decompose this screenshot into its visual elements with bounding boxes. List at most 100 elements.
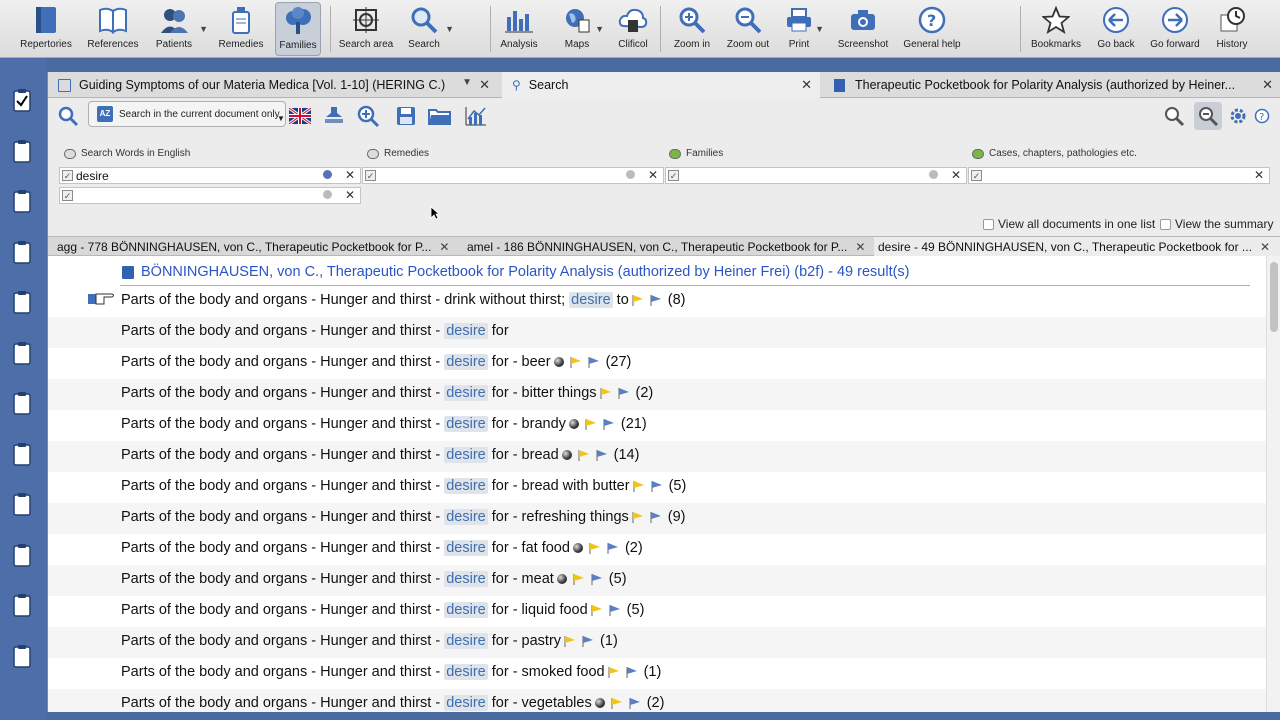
toggle-icon[interactable] (64, 148, 76, 159)
clear-icon[interactable]: ✕ (951, 168, 961, 182)
yellow-flag-icon[interactable] (563, 635, 577, 647)
clear-icon[interactable]: ✕ (1254, 168, 1264, 182)
save-icon[interactable] (392, 102, 420, 130)
general-help-button[interactable]: ? General help (902, 2, 962, 56)
yellow-flag-icon[interactable] (572, 573, 586, 585)
clipboard-icon[interactable] (12, 88, 32, 112)
yellow-flag-icon[interactable] (599, 387, 613, 399)
vertical-scrollbar[interactable] (1266, 256, 1280, 712)
view-summary-option[interactable]: View the summary (1160, 217, 1273, 231)
clipboard-icon[interactable] (12, 240, 32, 264)
toggle-icon[interactable] (669, 148, 681, 159)
search-word-field-2[interactable]: ✓ ✕ (59, 187, 361, 204)
zoom-out-button[interactable]: Zoom out (726, 2, 770, 56)
checkbox[interactable]: ✓ (62, 190, 73, 201)
clipboard-icon[interactable] (12, 290, 32, 314)
clipboard-icon[interactable] (12, 442, 32, 466)
remedies-button[interactable]: Remedies (216, 2, 266, 56)
clificol-button[interactable]: Clificol (616, 2, 650, 56)
families-button[interactable]: Families (275, 2, 321, 56)
clipboard-icon[interactable] (12, 391, 32, 415)
checkbox[interactable]: ✓ (668, 170, 679, 181)
tab-amel[interactable]: amel - 186 BÖNNINGHAUSEN, von C., Therap… (467, 237, 870, 257)
toggle-icon[interactable] (367, 148, 379, 159)
maps-button[interactable]: Maps ▼ (562, 2, 604, 56)
result-row[interactable]: Parts of the body and organs - Hunger an… (48, 565, 1266, 596)
zoom-in-button[interactable]: Zoom in (672, 2, 712, 56)
checkbox[interactable]: ✓ (365, 170, 376, 181)
tab-therapeutic-pocketbook[interactable]: Therapeutic Pocketbook for Polarity Anal… (824, 72, 1280, 98)
checkbox[interactable] (983, 218, 994, 230)
remedies-field[interactable]: ✓ ✕ (362, 167, 664, 184)
close-icon[interactable]: ✕ (479, 77, 490, 93)
clipboard-icon[interactable] (12, 543, 32, 567)
tab-search[interactable]: ⚲ Search ✕ (502, 72, 820, 98)
chevron-down-icon[interactable]: ▼ (199, 24, 208, 34)
blue-flag-icon[interactable] (587, 356, 601, 368)
uk-flag-icon[interactable] (286, 102, 314, 130)
folder-icon[interactable] (426, 102, 454, 130)
yellow-flag-icon[interactable] (588, 542, 602, 554)
yellow-flag-icon[interactable] (590, 604, 604, 616)
checkbox[interactable] (1160, 218, 1171, 230)
blue-flag-icon[interactable] (649, 511, 663, 523)
result-row[interactable]: Parts of the body and organs - Hunger an… (48, 348, 1266, 379)
result-row[interactable]: Parts of the body and organs - Hunger an… (48, 410, 1266, 441)
close-icon[interactable]: ✕ (1262, 77, 1273, 93)
yellow-flag-icon[interactable] (632, 480, 646, 492)
close-icon[interactable]: ✕ (801, 77, 812, 93)
cases-field[interactable]: ✓ ✕ (968, 167, 1270, 184)
clipboard-icon[interactable] (12, 341, 32, 365)
close-icon[interactable]: ✕ (439, 240, 449, 254)
chevron-down-icon[interactable]: ▼ (462, 77, 472, 88)
remove-icon[interactable] (929, 170, 938, 179)
chevron-down-icon[interactable]: ▼ (445, 24, 454, 34)
families-field[interactable]: ✓ ✕ (665, 167, 967, 184)
repertories-button[interactable]: Repertories (20, 2, 72, 56)
blue-flag-icon[interactable] (581, 635, 595, 647)
clear-icon[interactable]: ✕ (345, 168, 355, 182)
blue-flag-icon[interactable] (595, 449, 609, 461)
checkbox[interactable]: ✓ (971, 170, 982, 181)
analysis-button[interactable]: Analysis (500, 2, 538, 56)
search-area-button[interactable]: Search area (339, 2, 393, 56)
blue-flag-icon[interactable] (608, 604, 622, 616)
search-button[interactable]: Search ▼ (406, 2, 454, 56)
screenshot-button[interactable]: Screenshot (836, 2, 890, 56)
yellow-flag-icon[interactable] (631, 511, 645, 523)
blue-flag-icon[interactable] (649, 294, 663, 306)
search-word-field[interactable]: ✓ desire ✕ (59, 167, 361, 184)
stamp-icon[interactable] (320, 102, 348, 130)
result-row[interactable]: Parts of the body and organs - Hunger an… (48, 627, 1266, 658)
chevron-down-icon[interactable]: ▼ (595, 24, 604, 34)
blue-flag-icon[interactable] (628, 697, 642, 709)
patients-button[interactable]: Patients ▼ (152, 2, 208, 56)
history-button[interactable]: History (1214, 2, 1250, 56)
search-icon[interactable] (54, 102, 82, 130)
tab-desire[interactable]: desire - 49 BÖNNINGHAUSEN, von C., Thera… (874, 237, 1280, 257)
bookmarks-button[interactable]: Bookmarks (1030, 2, 1082, 56)
result-row[interactable]: Parts of the body and organs - Hunger an… (48, 689, 1266, 712)
blue-flag-icon[interactable] (602, 418, 616, 430)
blue-flag-icon[interactable] (590, 573, 604, 585)
go-back-button[interactable]: Go back (1096, 2, 1136, 56)
result-group-header[interactable]: BÖNNINGHAUSEN, von C., Therapeutic Pocke… (122, 264, 910, 280)
yellow-flag-icon[interactable] (607, 666, 621, 678)
yellow-flag-icon[interactable] (577, 449, 591, 461)
result-row[interactable]: Parts of the body and organs - Hunger an… (48, 503, 1266, 534)
blue-flag-icon[interactable] (650, 480, 664, 492)
chevron-down-icon[interactable]: ▼ (815, 24, 824, 34)
toggle-icon[interactable] (972, 148, 984, 159)
blue-flag-icon[interactable] (625, 666, 639, 678)
result-row[interactable]: Parts of the body and organs - Hunger an… (48, 317, 1266, 348)
clipboard-icon[interactable] (12, 644, 32, 668)
result-row[interactable]: Parts of the body and organs - Hunger an… (48, 286, 1266, 317)
clear-icon[interactable]: ✕ (345, 188, 355, 202)
clipboard-icon[interactable] (12, 139, 32, 163)
advanced-search-icon[interactable] (354, 102, 382, 130)
result-row[interactable]: Parts of the body and organs - Hunger an… (48, 441, 1266, 472)
clipboard-icon[interactable] (12, 492, 32, 516)
references-button[interactable]: References (86, 2, 140, 56)
zoom-active-icon[interactable] (1194, 102, 1222, 130)
chart-icon[interactable] (462, 102, 490, 130)
